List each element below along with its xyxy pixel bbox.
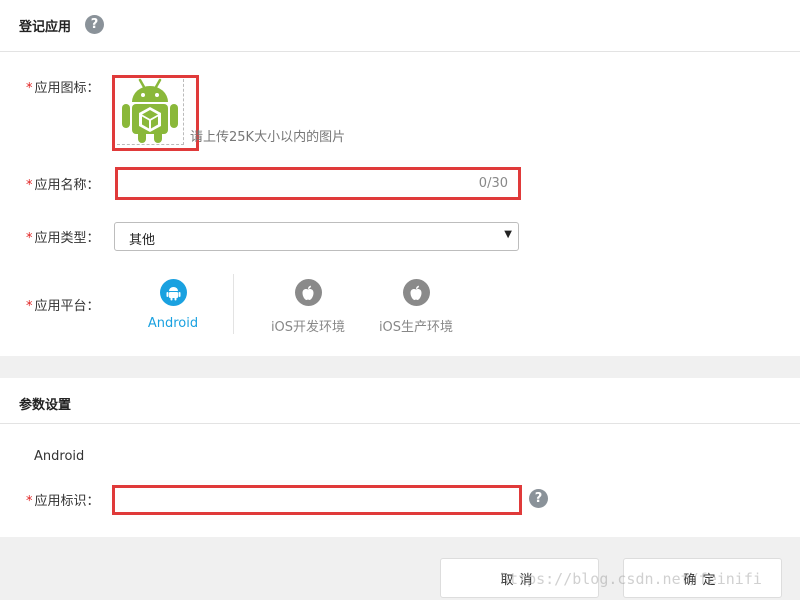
char-counter: 0/30 [478, 176, 508, 191]
apple-icon [402, 279, 430, 306]
platform-subtitle: Android [34, 449, 85, 464]
platform-separator [233, 274, 234, 334]
icon-highlight-box [112, 75, 199, 151]
apple-icon [294, 279, 322, 306]
platform-android[interactable]: Android [118, 279, 228, 331]
app-platform-label: * 应用平台： [26, 299, 100, 314]
platform-ios-prod[interactable]: iOS生产环境 [361, 279, 471, 335]
cancel-button[interactable]: 取消 [440, 558, 599, 598]
upload-hint: 请上传25K大小以内的图片 [190, 130, 346, 145]
app-name-input[interactable] [118, 170, 516, 197]
app-type-selected-value: 其他 [129, 233, 156, 248]
app-type-select[interactable]: 其他 ▼ [114, 222, 519, 251]
platform-android-label: Android [147, 316, 199, 331]
android-icon [159, 279, 187, 306]
app-id-input[interactable] [115, 488, 518, 512]
platform-ios-dev[interactable]: iOS开发环境 [253, 279, 363, 335]
confirm-button[interactable]: 确定 [623, 558, 782, 598]
platform-ios-prod-label: iOS生产环境 [378, 320, 454, 335]
register-app-panel: 登记应用 ? * 应用图标： 请上传25K大小以内的图片 * 应用名称： 0/30 … [0, 0, 800, 356]
app-id-label: * 应用标识： [26, 494, 100, 509]
section-divider [0, 423, 800, 424]
section-title-register: 登记应用 [19, 20, 72, 35]
section-divider [0, 51, 800, 52]
platform-ios-dev-label: iOS开发环境 [270, 320, 346, 335]
app-icon-label: * 应用图标： [26, 81, 100, 96]
help-icon[interactable]: ? [529, 489, 548, 508]
app-type-label: * 应用类型： [26, 231, 100, 246]
section-title-params: 参数设置 [19, 398, 72, 413]
dropdown-arrow-icon: ▼ [504, 229, 512, 240]
help-icon[interactable]: ? [85, 15, 104, 34]
app-name-label: * 应用名称： [26, 178, 100, 193]
